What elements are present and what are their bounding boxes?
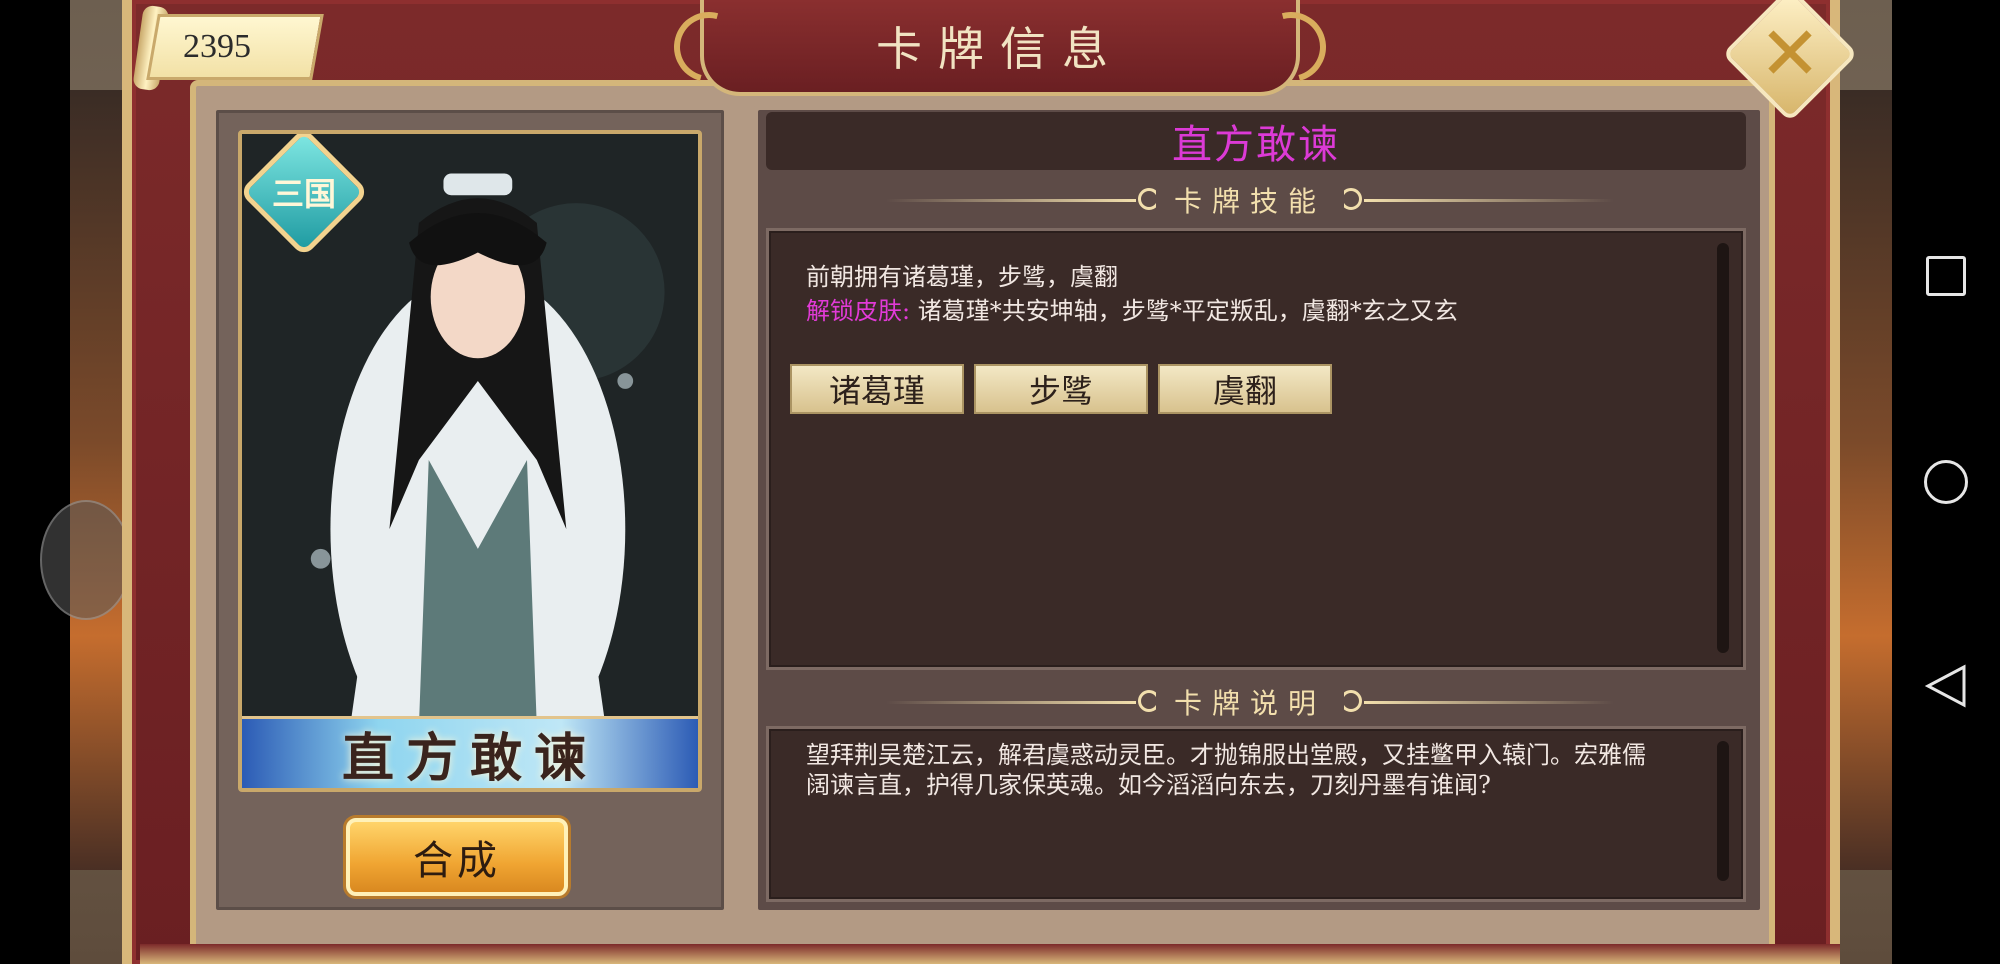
skin-button-yufan[interactable]: 虞翻 bbox=[1158, 364, 1332, 414]
description-section-title: 卡牌说明 bbox=[1155, 682, 1344, 722]
skill-scrollbar[interactable] bbox=[1717, 243, 1729, 653]
nav-home-icon[interactable] bbox=[1924, 460, 1968, 504]
card-image: 三国 直方敢谏 bbox=[238, 130, 702, 792]
divider-left bbox=[886, 199, 1136, 202]
dialog-title: 卡牌信息 bbox=[876, 22, 1124, 76]
merge-button-label: 合成 bbox=[413, 838, 501, 884]
title-banner: 卡牌信息 bbox=[661, 0, 1339, 96]
skill-section-header: 卡牌技能 bbox=[886, 180, 1614, 220]
floating-assist-button[interactable] bbox=[40, 500, 132, 620]
detail-name-bar: 直方敢谏 bbox=[766, 112, 1746, 170]
skill-section-title: 卡牌技能 bbox=[1155, 180, 1344, 220]
currency-display: 2395 bbox=[146, 14, 324, 80]
skill-line: 前朝拥有诸葛瑾，步骘，虞翻 bbox=[806, 263, 1118, 291]
skin-button-label: 诸葛瑾 bbox=[828, 372, 925, 410]
description-scrollbar[interactable] bbox=[1717, 741, 1729, 881]
detail-card-name: 直方敢谏 bbox=[1172, 122, 1340, 168]
skin-unlock-label: 解锁皮肤: bbox=[806, 297, 911, 325]
bottom-frame-strip bbox=[140, 944, 1840, 964]
card-description: 望拜荆吴楚江云，解君虞惑动灵臣。才抛锦服出堂殿，又挂鳖甲入辕门。宏雅儒 阔谏言直… bbox=[806, 740, 1686, 800]
currency-value: 2395 bbox=[183, 28, 251, 65]
description-line: 望拜荆吴楚江云，解君虞惑动灵臣。才抛锦服出堂殿，又挂鳖甲入辕门。宏雅儒 bbox=[806, 741, 1646, 769]
nav-recent-apps-icon[interactable] bbox=[1926, 256, 1966, 296]
skin-button-buzhi[interactable]: 步骘 bbox=[974, 364, 1148, 414]
skin-button-label: 虞翻 bbox=[1212, 372, 1277, 410]
divider-left bbox=[886, 701, 1136, 704]
divider-right bbox=[1364, 701, 1614, 704]
skin-unlock-text: 诸葛瑾*共安坤轴，步骘*平定叛乱，虞翻*玄之又玄 bbox=[917, 297, 1458, 325]
faction-badge-text: 三国 bbox=[271, 174, 337, 213]
card-name-bar: 直方敢谏 bbox=[242, 716, 698, 788]
card-name: 直方敢谏 bbox=[341, 728, 598, 789]
skin-button-label: 步骘 bbox=[1028, 372, 1093, 410]
skill-description: 前朝拥有诸葛瑾，步骘，虞翻 解锁皮肤: 诸葛瑾*共安坤轴，步骘*平定叛乱，虞翻*… bbox=[806, 260, 1686, 328]
divider-right bbox=[1364, 199, 1614, 202]
close-icon: ✕ bbox=[1758, 10, 1822, 97]
description-line: 阔谏言直，护得几家保英魂。如今滔滔向东去，刀刻丹墨有谁闻? bbox=[806, 771, 1491, 799]
description-section-header: 卡牌说明 bbox=[886, 682, 1614, 722]
nav-back-icon[interactable] bbox=[1924, 663, 1968, 709]
skin-button-zhugejin[interactable]: 诸葛瑾 bbox=[790, 364, 964, 414]
skin-unlock-line: 解锁皮肤: 诸葛瑾*共安坤轴，步骘*平定叛乱，虞翻*玄之又玄 bbox=[806, 294, 1686, 328]
merge-button[interactable]: 合成 bbox=[346, 818, 568, 896]
